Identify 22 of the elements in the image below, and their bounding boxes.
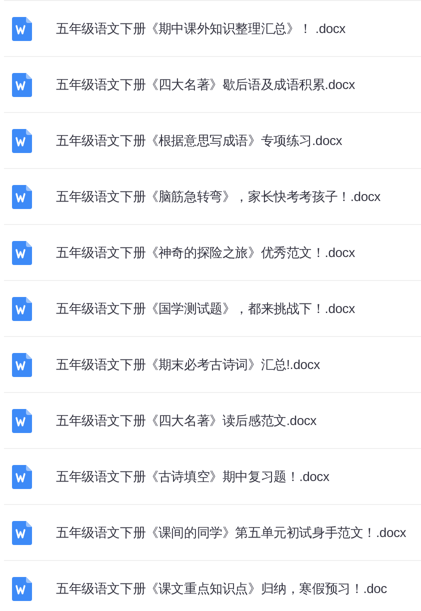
file-name[interactable]: 五年级语文下册《古诗填空》期中复习题！.docx [56, 468, 330, 486]
word-document-icon [12, 128, 32, 152]
word-document-icon [12, 576, 32, 600]
word-document-icon [12, 520, 32, 544]
file-name[interactable]: 五年级语文下册《课文重点知识点》归纳，寒假预习！.doc [56, 580, 387, 598]
file-name[interactable]: 五年级语文下册《课间的同学》第五单元初试身手范文！.docx [56, 524, 406, 542]
word-document-icon [12, 184, 32, 208]
word-document-icon [12, 408, 32, 432]
word-document-icon [12, 464, 32, 488]
file-name[interactable]: 五年级语文下册《根据意思写成语》专项练习.docx [56, 132, 342, 150]
file-name[interactable]: 五年级语文下册《期末必考古诗词》汇总!.docx [56, 356, 320, 374]
file-name[interactable]: 五年级语文下册《四大名著》歇后语及成语积累.docx [56, 76, 355, 94]
file-name[interactable]: 五年级语文下册《期中课外知识整理汇总》！ .docx [56, 20, 346, 38]
word-document-icon [12, 16, 32, 40]
word-document-icon [12, 352, 32, 376]
word-document-icon [12, 240, 32, 264]
word-document-icon [12, 72, 32, 96]
file-name[interactable]: 五年级语文下册《四大名著》读后感范文.docx [56, 412, 316, 430]
word-document-icon [12, 296, 32, 320]
file-name[interactable]: 五年级语文下册《神奇的探险之旅》优秀范文！.docx [56, 244, 355, 262]
file-name[interactable]: 五年级语文下册《国学测试题》，都来挑战下！.docx [56, 300, 355, 318]
file-name[interactable]: 五年级语文下册《脑筋急转弯》，家长快考考孩子！.docx [56, 188, 380, 206]
